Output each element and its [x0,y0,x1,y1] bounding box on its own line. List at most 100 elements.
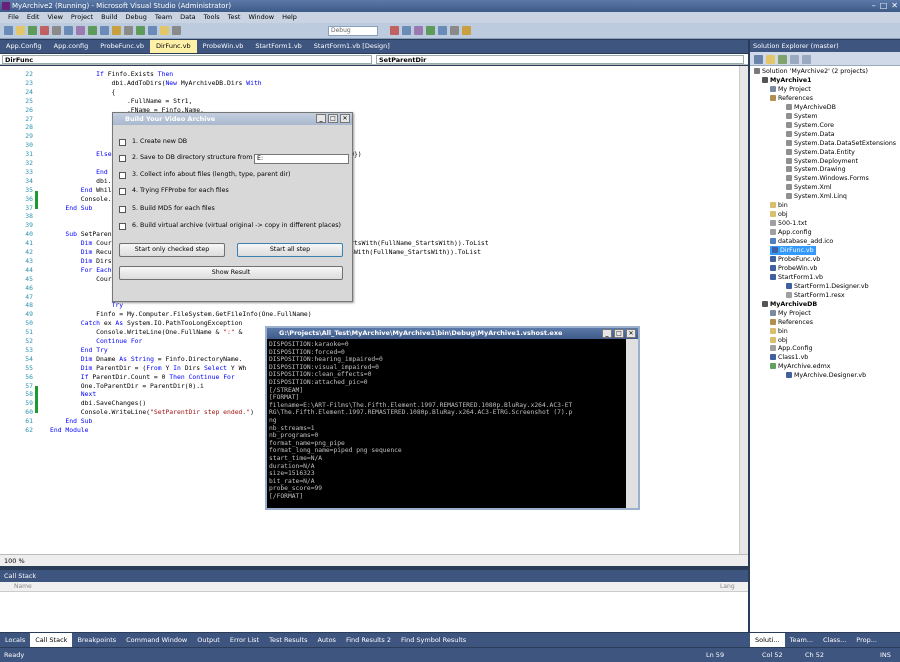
tree-item[interactable]: MyArchiveDB [786,103,836,112]
step-checkbox[interactable] [119,155,126,162]
tab-autos[interactable]: Autos [312,633,340,647]
close-icon[interactable]: ✕ [891,0,898,12]
properties-icon[interactable] [754,55,763,64]
minimize-icon[interactable]: _ [602,329,612,338]
maximize-icon[interactable]: □ [614,329,624,338]
menu-item-view[interactable]: View [43,12,66,23]
show-result-button[interactable]: Show Result [119,266,343,280]
show-all-files-icon[interactable] [766,55,775,64]
solution-tab[interactable]: Class... [818,633,851,647]
pause-icon[interactable] [148,26,157,35]
tree-item[interactable]: DirFunc.vb [770,246,816,255]
tree-item[interactable]: bin [770,327,788,336]
console-scrollbar[interactable] [626,339,638,508]
save-icon[interactable] [28,26,37,35]
editor-vertical-scrollbar[interactable] [739,66,748,554]
tab-app-config[interactable]: App.config [48,40,95,53]
tab-find-results-2[interactable]: Find Results 2 [341,633,396,647]
tree-item[interactable]: App.Config [770,344,813,353]
tab-probefunc-vb[interactable]: ProbeFunc.vb [94,40,150,53]
toolbox-icon[interactable] [462,26,471,35]
step-checkbox[interactable] [119,172,126,179]
tab-probewin-vb[interactable]: ProbeWin.vb [197,40,250,53]
breakpoint-icon[interactable] [426,26,435,35]
stop-icon[interactable] [160,26,169,35]
start-checked-button[interactable]: Start only checked step [119,243,225,257]
solution-tab[interactable]: Soluti... [750,633,785,647]
solution-tab[interactable]: Prop... [851,633,882,647]
tree-item[interactable]: ProbeFunc.vb [770,255,820,264]
tab-breakpoints[interactable]: Breakpoints [72,633,121,647]
redo-icon[interactable] [88,26,97,35]
tab-app-config[interactable]: App.Config [0,40,48,53]
step-checkbox[interactable] [119,206,126,213]
tree-item[interactable]: System.Deployment [786,157,858,166]
tree-item[interactable]: bin [770,201,788,210]
menu-item-file[interactable]: File [4,12,23,23]
solution-explorer-icon[interactable] [438,26,447,35]
properties-icon[interactable] [450,26,459,35]
tree-item[interactable]: System [786,112,817,121]
tree-item[interactable]: MyArchive.Designer.vb [786,371,866,380]
start-icon[interactable] [136,26,145,35]
tree-item[interactable]: References [770,318,813,327]
restart-icon[interactable] [172,26,181,35]
step-checkbox[interactable] [119,139,126,146]
paste-icon[interactable] [64,26,73,35]
tab-test-results[interactable]: Test Results [264,633,312,647]
menu-item-project[interactable]: Project [67,12,97,23]
menu-item-data[interactable]: Data [176,12,200,23]
tree-item[interactable]: System.Data.DataSetExtensions [786,139,896,148]
tab-command-window[interactable]: Command Window [121,633,192,647]
tree-item[interactable]: System.Data.Entity [786,148,855,157]
column-name[interactable]: Name [14,582,32,592]
menu-item-tools[interactable]: Tools [200,12,224,23]
tree-item[interactable]: 500-1.txt [770,219,807,228]
tree-item[interactable]: System.Xml [786,183,832,192]
menu-item-help[interactable]: Help [278,12,301,23]
menu-item-team[interactable]: Team [151,12,176,23]
step-checkbox[interactable] [119,223,126,230]
tree-item[interactable]: ProbeWin.vb [770,264,817,273]
undo-icon[interactable] [76,26,85,35]
path-input[interactable]: E: [254,154,349,164]
tab-output[interactable]: Output [192,633,225,647]
tree-item[interactable]: Class1.vb [770,353,808,362]
maximize-icon[interactable]: □ [880,0,888,12]
tree-item[interactable]: MyArchive.edmx [770,362,830,371]
cut-icon[interactable] [40,26,49,35]
tree-item[interactable]: obj [770,210,788,219]
tab-startform1-vb-design-[interactable]: StartForm1.vb [Design] [308,40,396,53]
copy-icon[interactable] [52,26,61,35]
tab-startform1-vb[interactable]: StartForm1.vb [249,40,307,53]
solution-config-select[interactable]: Debug [328,26,378,36]
tree-item[interactable]: My Project [770,85,811,94]
tab-call-stack[interactable]: Call Stack [30,633,73,647]
tree-item[interactable]: My Project [770,309,811,318]
tree-item[interactable]: References [770,94,813,103]
tree-item[interactable]: StartForm1.Designer.vb [786,282,869,291]
refresh-icon[interactable] [778,55,787,64]
tree-item[interactable]: System.Data [786,130,835,139]
step-checkbox[interactable] [119,188,126,195]
tree-item[interactable]: System.Xml.Linq [786,192,847,201]
tree-item[interactable]: obj [770,336,788,345]
tree-item[interactable]: StartForm1.resx [786,291,845,300]
view-code-icon[interactable] [790,55,799,64]
menu-item-window[interactable]: Window [244,12,278,23]
step-into-icon[interactable] [390,26,399,35]
menu-item-build[interactable]: Build [97,12,121,23]
view-designer-icon[interactable] [802,55,811,64]
tree-item[interactable]: App.config [770,228,812,237]
tree-item[interactable]: StartForm1.vb [770,273,823,282]
tree-item[interactable]: MyArchive1 [762,76,811,85]
zoom-level[interactable]: 100 % [0,557,25,565]
tab-error-list[interactable]: Error List [225,633,264,647]
tree-item[interactable]: database_add.ico [770,237,833,246]
close-icon[interactable]: ✕ [626,329,636,338]
tree-item[interactable]: System.Windows.Forms [786,174,869,183]
column-lang[interactable]: Lang [720,582,735,592]
tab-locals[interactable]: Locals [0,633,30,647]
navigate-forward-icon[interactable] [112,26,121,35]
step-out-icon[interactable] [414,26,423,35]
